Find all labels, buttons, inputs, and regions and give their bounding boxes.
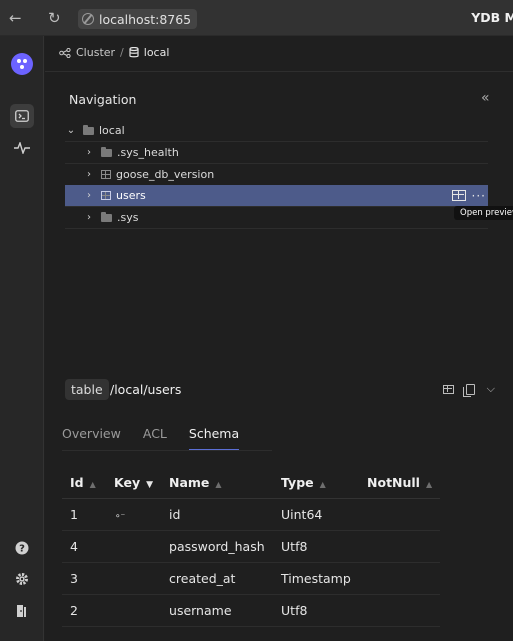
open-preview-icon[interactable] (451, 190, 466, 201)
column-header-type[interactable]: Type ▲ (273, 468, 360, 499)
chevron-right-icon[interactable]: › (83, 147, 95, 158)
folder-icon (101, 146, 112, 157)
cell-key (106, 530, 162, 563)
chevrons-down-icon[interactable]: ⌵ (487, 382, 495, 396)
tree-node-sys-health[interactable]: › .sys_health (65, 142, 488, 164)
object-tabs: Overview ACL Schema (62, 426, 240, 451)
cell-id: 2 (62, 594, 106, 627)
tree-node-label: .sys (117, 211, 139, 224)
tab-acl[interactable]: ACL (143, 426, 167, 451)
object-actions: ⌵ (442, 382, 495, 397)
column-header-name[interactable]: Name ▲ (161, 468, 274, 499)
row-actions: ··· (451, 185, 488, 206)
table-header-row: Id ▲ Key ▼ Name ▲ Type ▲ NotNull ▲ (62, 468, 441, 499)
sort-icon: ▲ (319, 480, 326, 490)
breadcrumb-cluster[interactable]: Cluster (76, 46, 115, 59)
cell-name: password_hash (161, 530, 274, 563)
key-icon: ⚬⁻ (106, 498, 162, 531)
navigation-title: Navigation (69, 92, 137, 107)
column-header-key[interactable]: Key ▼ (106, 468, 162, 499)
cell-type: Utf8 (273, 594, 360, 627)
cluster-icon (59, 47, 71, 58)
arrow-left-icon[interactable]: ← (9, 9, 22, 27)
open-preview-tooltip: Open preview (454, 206, 513, 220)
sort-icon: ▲ (89, 480, 96, 490)
reload-icon[interactable]: ↻ (48, 9, 61, 27)
table-row: 1 ⚬⁻ id Uint64 (62, 498, 441, 531)
tree-node-sys[interactable]: › .sys (65, 207, 488, 229)
column-header-notnull[interactable]: NotNull ▲ (359, 468, 441, 499)
cell-notnull (359, 594, 441, 627)
svg-text:?: ? (19, 544, 25, 555)
collapse-panel-button[interactable]: « (481, 90, 490, 106)
url-bar[interactable]: localhost:8765 (78, 9, 198, 29)
table-icon (101, 170, 111, 179)
copy-icon[interactable] (462, 383, 475, 397)
header-divider (45, 71, 513, 72)
browser-title: YDB M (471, 10, 513, 25)
chevron-right-icon[interactable]: › (83, 190, 95, 201)
cell-notnull (359, 498, 441, 531)
cell-id: 1 (62, 498, 106, 531)
column-header-id[interactable]: Id ▲ (62, 468, 106, 499)
tree-node-label: .sys_health (117, 146, 179, 159)
cell-type: Utf8 (273, 530, 360, 563)
more-actions-icon[interactable]: ··· (472, 189, 486, 203)
tree-node-label: goose_db_version (116, 168, 215, 181)
folder-icon (83, 124, 94, 135)
tree-node-goose-db-version[interactable]: › goose_db_version (65, 164, 488, 186)
activity-icon[interactable] (10, 136, 34, 160)
database-icon (129, 47, 139, 58)
cell-name: id (161, 498, 274, 531)
ydb-logo-icon[interactable] (11, 53, 33, 75)
chevron-right-icon[interactable]: › (83, 169, 95, 180)
cell-type: Timestamp (273, 562, 360, 595)
breadcrumb-separator: / (120, 46, 124, 59)
table-row: 3 created_at Timestamp (62, 562, 441, 595)
tabs-divider (62, 450, 272, 451)
sort-desc-icon: ▼ (146, 480, 154, 491)
object-header: table /local/users ⌵ (45, 372, 513, 408)
url-text: localhost:8765 (99, 11, 192, 27)
cell-type: Uint64 (273, 498, 360, 531)
breadcrumb: Cluster / local (59, 46, 169, 59)
cell-key (106, 562, 162, 595)
table-row: 2 username Utf8 (62, 594, 441, 627)
logout-icon[interactable] (10, 599, 34, 623)
terminal-icon[interactable] (10, 104, 34, 128)
cell-id: 3 (62, 562, 106, 595)
main-panel: Cluster / local Navigation « ⌄ local › .… (45, 36, 513, 641)
help-icon[interactable]: ? (10, 536, 34, 560)
browser-toolbar: ← ↻ localhost:8765 YDB M (0, 0, 513, 36)
object-path: /local/users (110, 382, 182, 397)
cell-key (106, 594, 162, 627)
tree-node-label: users (116, 189, 146, 202)
app-sidebar: ? (0, 36, 44, 641)
tab-overview[interactable]: Overview (62, 426, 121, 451)
sort-icon: ▲ (215, 480, 222, 490)
cell-notnull (359, 562, 441, 595)
cell-id: 4 (62, 530, 106, 563)
cell-name: created_at (161, 562, 274, 595)
cell-name: username (161, 594, 274, 627)
schema-table: Id ▲ Key ▼ Name ▲ Type ▲ NotNull ▲ 1 ⚬⁻ id Ui… (62, 468, 441, 627)
no-lock-icon (82, 13, 94, 25)
tree-node-label: local (99, 124, 125, 137)
table-row: 4 password_hash Utf8 (62, 530, 441, 563)
settings-icon[interactable] (10, 567, 34, 591)
tree-node-users[interactable]: › users ··· (65, 185, 488, 207)
object-type-badge: table (65, 379, 109, 400)
chevron-right-icon[interactable]: › (83, 212, 95, 223)
tree-node-local[interactable]: ⌄ local (65, 120, 488, 142)
folder-icon (101, 211, 112, 222)
tab-schema[interactable]: Schema (188, 426, 240, 451)
cell-notnull (359, 530, 441, 563)
preview-table-icon[interactable] (442, 384, 454, 394)
breadcrumb-database[interactable]: local (144, 46, 170, 59)
table-icon (101, 191, 111, 200)
chevron-down-icon[interactable]: ⌄ (65, 125, 77, 136)
sort-icon: ▲ (425, 480, 433, 490)
